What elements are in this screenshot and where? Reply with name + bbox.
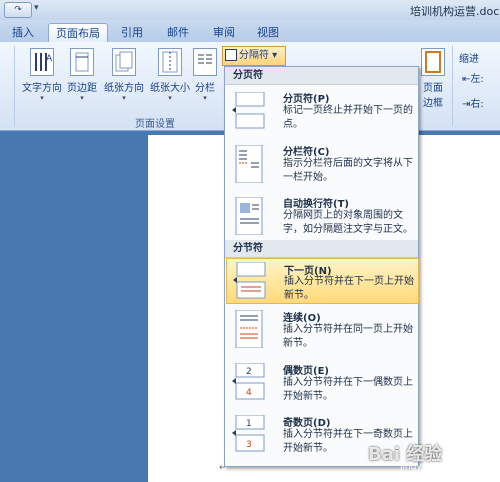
ribbon-divider (452, 46, 453, 126)
indent-right-label: ⇥右: (462, 99, 484, 110)
watermark-url: jingyan.baidu.com (400, 462, 484, 472)
menu-item-even-page[interactable]: 24 偶数页(E) 插入分节符并在下一偶数页上开始新节。 (226, 358, 417, 408)
ribbon-tab-bar: 插入 页面布局 引用 邮件 审阅 视图 (0, 20, 500, 43)
title-bar: ↷ ▾ 培训机构运营.doc [ (0, 0, 500, 20)
page-setup-group-label: 页面设置 (135, 119, 175, 130)
page-borders-icon (421, 48, 445, 76)
menu-item-description: 插入分节符并在下一页上开始新节。 (284, 276, 414, 301)
breaks-label: 分隔符 ▾ (239, 50, 278, 61)
menu-item-page-break[interactable]: 分页符(P) 标记一页终止并开始下一页的点。 (226, 86, 417, 138)
indent-left-label: ⇤左: (462, 74, 484, 85)
breaks-dropdown-menu: 分页符 分页符(P) 标记一页终止并开始下一页的点。 分栏符(C) 指示分栏符后… (224, 66, 419, 467)
text-direction-button[interactable]: A 文字方向 ▾ (20, 48, 64, 102)
menu-item-description: 指示分栏符后面的文字将从下一栏开始。 (283, 158, 413, 183)
breaks-icon (225, 49, 237, 61)
column-break-icon (232, 144, 266, 184)
page-breaks-section-header: 分页符 (225, 67, 418, 85)
size-label: 纸张大小 (150, 83, 190, 94)
text-direction-label: 文字方向 (22, 83, 62, 94)
margins-label: 页边距 (67, 83, 97, 94)
margins-icon (70, 48, 94, 76)
menu-item-title: 分页符(P) (283, 94, 330, 105)
menu-item-description: 插入分节符并在同一页上开始新节。 (283, 324, 413, 349)
orientation-icon (112, 48, 136, 76)
menu-item-continuous[interactable]: 连续(O) 插入分节符并在同一页上开始新节。 (226, 305, 417, 355)
chevron-down-icon: ▾ (203, 94, 207, 102)
menu-item-text-wrapping-break[interactable]: 自动换行符(T) 分隔网页上的对象周围的文字，如分隔题注文字与正文。 (226, 191, 417, 243)
orientation-label: 纸张方向 (104, 83, 144, 94)
menu-item-title: 分栏符(C) (283, 147, 330, 158)
section-breaks-section-header: 分节符 (225, 240, 418, 258)
page-borders-button[interactable]: 页面 边框 (418, 48, 448, 109)
breaks-button[interactable]: 分隔符 ▾ (222, 46, 286, 66)
text-direction-icon: A (30, 48, 54, 76)
tab-insert[interactable]: 插入 (4, 23, 42, 42)
page-break-icon (232, 91, 266, 130)
svg-text:A: A (46, 54, 53, 64)
svg-text:3: 3 (246, 440, 252, 450)
size-button[interactable]: 纸张大小 ▾ (148, 48, 192, 102)
orientation-button[interactable]: 纸张方向 ▾ (102, 48, 146, 102)
tab-review[interactable]: 审阅 (206, 23, 242, 42)
svg-text:2: 2 (246, 367, 252, 377)
customize-quick-access-icon[interactable]: ▾ (34, 3, 46, 15)
chevron-down-icon: ▾ (168, 94, 172, 102)
chevron-down-icon: ▾ (122, 94, 126, 102)
columns-icon (193, 48, 217, 76)
tab-page-layout[interactable]: 页面布局 (48, 23, 108, 43)
svg-text:1: 1 (246, 419, 252, 429)
menu-item-description: 标记一页终止并开始下一页的点。 (283, 105, 413, 130)
margins-button[interactable]: 页边距 ▾ (64, 48, 100, 102)
menu-item-title: 偶数页(E) (283, 366, 329, 377)
odd-page-section-icon: 13 (232, 414, 266, 453)
menu-item-title: 自动换行符(T) (283, 199, 349, 210)
menu-item-column-break[interactable]: 分栏符(C) 指示分栏符后面的文字将从下一栏开始。 (226, 139, 417, 191)
menu-item-description: 插入分节符并在下一偶数页上开始新节。 (283, 377, 413, 402)
columns-label: 分栏 (195, 83, 215, 94)
svg-text:4: 4 (246, 388, 252, 398)
menu-item-title: 连续(O) (283, 313, 321, 324)
paper-size-icon (158, 48, 182, 76)
tab-view[interactable]: 视图 (250, 23, 286, 42)
indent-label: 缩进 (459, 54, 479, 65)
ribbon-divider (14, 46, 15, 126)
menu-item-next-page[interactable]: 下一页(N) 插入分节符并在下一页上开始新节。 (226, 258, 419, 304)
next-page-section-icon (233, 261, 267, 300)
chevron-down-icon: ▾ (40, 94, 44, 102)
columns-button[interactable]: 分栏 ▾ (192, 48, 218, 102)
continuous-section-icon (232, 309, 266, 349)
chevron-down-icon: ▾ (80, 94, 84, 102)
text-wrapping-break-icon (232, 196, 266, 236)
tab-mailings[interactable]: 邮件 (160, 23, 196, 42)
tab-references[interactable]: 引用 (114, 23, 150, 42)
redo-button[interactable]: ↷ (4, 2, 32, 18)
menu-item-description: 分隔网页上的对象周围的文字，如分隔题注文字与正文。 (283, 210, 413, 235)
menu-item-title: 奇数页(D) (283, 418, 331, 429)
document-title: 培训机构运营.doc [ (410, 5, 500, 18)
page-borders-label-line1: 页面 (423, 83, 443, 94)
page-borders-label-line2: 边框 (423, 98, 443, 109)
even-page-section-icon: 24 (232, 362, 266, 401)
